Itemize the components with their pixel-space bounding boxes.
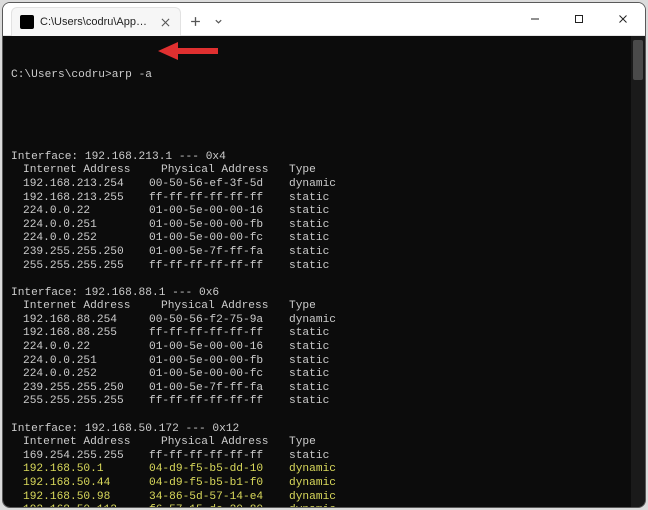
interface-header: Interface: 192.168.213.1 --- 0x4 [11,151,637,165]
arp-row: 255.255.255.255ff-ff-ff-ff-ff-ffstatic [11,395,637,409]
scrollbar-thumb[interactable] [633,40,643,80]
arp-row: 239.255.255.25001-00-5e-7f-ff-fastatic [11,382,637,396]
tab-favicon [20,15,34,29]
tab-dropdown-button[interactable] [209,7,227,35]
arp-row: 224.0.0.25101-00-5e-00-00-fbstatic [11,355,637,369]
command-text: arp -a [112,69,152,81]
tab-title: C:\Users\codru\AppData\Roa [40,16,152,28]
arp-row: 224.0.0.25201-00-5e-00-00-fcstatic [11,232,637,246]
arp-row: 192.168.213.255ff-ff-ff-ff-ff-ffstatic [11,192,637,206]
new-tab-button[interactable] [181,7,209,35]
arp-row: 239.255.255.25001-00-5e-7f-ff-fastatic [11,246,637,260]
arp-row: 192.168.88.255ff-ff-ff-ff-ff-ffstatic [11,327,637,341]
interface-header: Interface: 192.168.50.172 --- 0x12 [11,423,637,437]
titlebar[interactable]: C:\Users\codru\AppData\Roa [3,3,645,36]
minimize-button[interactable] [513,3,557,35]
arp-row: 224.0.0.25201-00-5e-00-00-fcstatic [11,368,637,382]
arp-row: 169.254.255.255ff-ff-ff-ff-ff-ffstatic [11,450,637,464]
arp-row: 192.168.50.104-d9-f5-b5-dd-10dynamic [11,463,637,477]
terminal-body[interactable]: C:\Users\codru>arp -a Interface: 192.168… [3,36,645,507]
arp-row: 192.168.50.4404-d9-f5-b5-b1-f0dynamic [11,477,637,491]
arp-row: 224.0.0.2201-00-5e-00-00-16static [11,205,637,219]
arp-row: 192.168.88.25400-50-56-f2-75-9adynamic [11,314,637,328]
arp-row: 192.168.213.25400-50-56-ef-3f-5ddynamic [11,178,637,192]
prompt-line: C:\Users\codru>arp -a [11,69,637,83]
columns-header: Internet AddressPhysical AddressType [11,164,637,178]
arp-row: 224.0.0.2201-00-5e-00-00-16static [11,341,637,355]
tab-active[interactable]: C:\Users\codru\AppData\Roa [11,7,181,36]
interface-header: Interface: 192.168.88.1 --- 0x6 [11,287,637,301]
maximize-button[interactable] [557,3,601,35]
arp-row: 224.0.0.25101-00-5e-00-00-fbstatic [11,219,637,233]
arp-output: Interface: 192.168.213.1 --- 0x4Internet… [11,151,637,507]
tab-close-icon[interactable] [158,15,172,29]
arp-row: 255.255.255.255ff-ff-ff-ff-ff-ffstatic [11,260,637,274]
close-button[interactable] [601,3,645,35]
terminal-window: C:\Users\codru\AppData\Roa C:\Users\codr… [2,2,646,508]
scrollbar[interactable] [631,36,645,507]
arp-row: 192.168.50.112f6-57-15-de-20-80dynamic [11,504,637,507]
arp-row: 192.168.50.9834-86-5d-57-14-e4dynamic [11,491,637,505]
columns-header: Internet AddressPhysical AddressType [11,436,637,450]
columns-header: Internet AddressPhysical AddressType [11,300,637,314]
